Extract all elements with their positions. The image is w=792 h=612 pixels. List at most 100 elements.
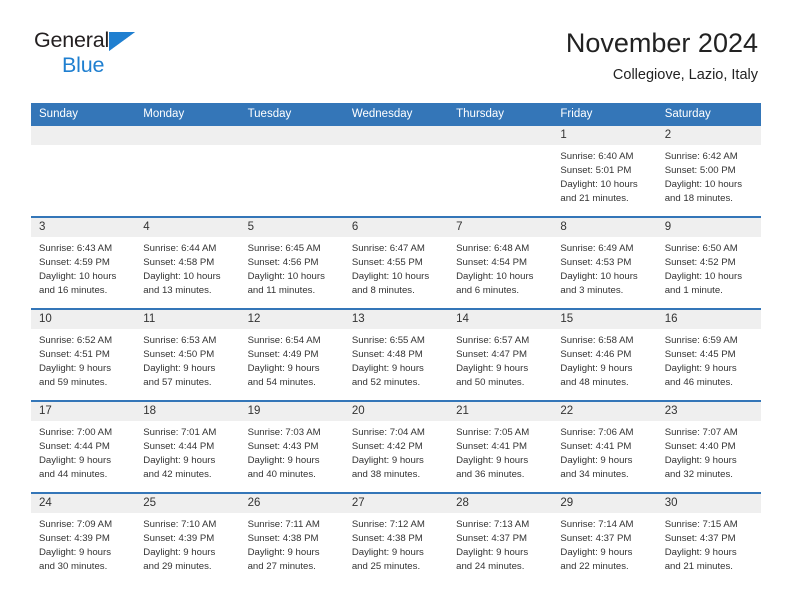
calendar-day-cell[interactable]: 25 Sunrise: 7:10 AM Sunset: 4:39 PM Dayligh… [135, 491, 240, 584]
day-details: Sunrise: 7:12 AM Sunset: 4:38 PM Daylight:… [344, 513, 448, 575]
calendar-body: 1 Sunrise: 6:40 AM Sunset: 5:01 PM Daylight… [31, 125, 761, 584]
daylight-duration-line2: and 11 minutes. [247, 285, 316, 297]
daylight-duration-line1: Daylight: 9 hours [664, 547, 737, 559]
calendar-day-cell[interactable]: 14 Sunrise: 6:57 AM Sunset: 4:47 PM Dayligh… [448, 307, 553, 401]
day-details: Sunrise: 6:45 AM Sunset: 4:56 PM Daylight:… [240, 237, 344, 299]
day-details: Sunrise: 6:42 AM Sunset: 5:00 PM Daylight:… [657, 145, 761, 207]
calendar-day-cell[interactable]: 12 Sunrise: 6:54 AM Sunset: 4:49 PM Dayligh… [239, 307, 344, 401]
sunrise-time: Sunrise: 7:13 AM [456, 518, 530, 530]
day-box: 28 Sunrise: 7:13 AM Sunset: 4:37 PM Dayligh… [448, 493, 553, 584]
calendar-day-cell[interactable]: 28 Sunrise: 7:13 AM Sunset: 4:37 PM Dayligh… [448, 491, 553, 584]
daylight-duration-line1: Daylight: 9 hours [351, 363, 424, 375]
day-number: 30 [656, 493, 761, 513]
daylight-duration-line1: Daylight: 9 hours [664, 363, 737, 375]
calendar-day-cell[interactable]: 17 Sunrise: 7:00 AM Sunset: 4:44 PM Dayligh… [31, 399, 136, 493]
day-box [135, 125, 240, 216]
calendar-day-cell[interactable]: 16 Sunrise: 6:59 AM Sunset: 4:45 PM Dayligh… [656, 307, 761, 401]
calendar-day-cell[interactable]: 3 Sunrise: 6:43 AM Sunset: 4:59 PM Daylight… [31, 215, 136, 309]
daylight-duration-line1: Daylight: 9 hours [456, 547, 529, 559]
day-number: 8 [552, 217, 657, 237]
day-number [239, 125, 344, 145]
sunset-time: Sunset: 4:44 PM [39, 440, 110, 452]
calendar-day-cell[interactable]: 30 Sunrise: 7:15 AM Sunset: 4:37 PM Dayligh… [656, 491, 761, 584]
daylight-duration-line1: Daylight: 9 hours [143, 363, 216, 375]
brand-name-blue: Blue [62, 53, 105, 77]
calendar-day-cell[interactable]: 21 Sunrise: 7:05 AM Sunset: 4:41 PM Dayligh… [448, 399, 553, 493]
day-box: 15 Sunrise: 6:58 AM Sunset: 4:46 PM Dayligh… [552, 309, 657, 400]
daylight-duration-line1: Daylight: 10 hours [456, 271, 534, 283]
calendar-day-cell[interactable]: 18 Sunrise: 7:01 AM Sunset: 4:44 PM Dayligh… [135, 399, 240, 493]
day-number: 19 [239, 401, 344, 421]
calendar-day-cell[interactable]: 2 Sunrise: 6:42 AM Sunset: 5:00 PM Daylight… [656, 125, 761, 217]
sunrise-time: Sunrise: 7:09 AM [39, 518, 113, 530]
sunset-time: Sunset: 5:01 PM [560, 164, 632, 176]
calendar-empty-cell[interactable] [239, 125, 344, 217]
daylight-duration-line2: and 21 minutes. [664, 561, 733, 573]
sunrise-time: Sunrise: 7:11 AM [247, 518, 320, 530]
calendar-day-cell[interactable]: 1 Sunrise: 6:40 AM Sunset: 5:01 PM Daylight… [552, 125, 657, 217]
calendar-day-cell[interactable]: 29 Sunrise: 7:14 AM Sunset: 4:37 PM Dayligh… [552, 491, 657, 584]
sunset-time: Sunset: 4:46 PM [560, 348, 632, 360]
sunrise-time: Sunrise: 7:01 AM [143, 426, 217, 438]
calendar-day-cell[interactable]: 20 Sunrise: 7:04 AM Sunset: 4:42 PM Dayligh… [343, 399, 449, 493]
day-number: 14 [448, 309, 553, 329]
day-box: 5 Sunrise: 6:45 AM Sunset: 4:56 PM Daylight… [239, 217, 344, 308]
calendar-day-cell[interactable]: 22 Sunrise: 7:06 AM Sunset: 4:41 PM Dayligh… [552, 399, 657, 493]
calendar-day-cell[interactable]: 7 Sunrise: 6:48 AM Sunset: 4:54 PM Daylight… [448, 215, 553, 309]
day-number: 16 [656, 309, 761, 329]
calendar-day-cell[interactable]: 15 Sunrise: 6:58 AM Sunset: 4:46 PM Dayligh… [552, 307, 657, 401]
day-details: Sunrise: 6:54 AM Sunset: 4:49 PM Daylight:… [240, 329, 344, 391]
calendar-day-cell[interactable]: 8 Sunrise: 6:49 AM Sunset: 4:53 PM Daylight… [552, 215, 657, 309]
calendar-day-cell[interactable]: 9 Sunrise: 6:50 AM Sunset: 4:52 PM Daylight… [656, 215, 761, 309]
calendar-day-cell[interactable]: 27 Sunrise: 7:12 AM Sunset: 4:38 PM Dayligh… [343, 491, 449, 584]
calendar-empty-cell[interactable] [135, 125, 240, 217]
calendar-day-cell[interactable]: 10 Sunrise: 6:52 AM Sunset: 4:51 PM Dayligh… [31, 307, 136, 401]
daylight-duration-line1: Daylight: 9 hours [247, 455, 320, 467]
daylight-duration-line1: Daylight: 9 hours [560, 547, 633, 559]
calendar-day-cell[interactable]: 6 Sunrise: 6:47 AM Sunset: 4:55 PM Daylight… [343, 215, 449, 309]
sunrise-time: Sunrise: 6:48 AM [456, 242, 530, 254]
calendar-day-cell[interactable]: 13 Sunrise: 6:55 AM Sunset: 4:48 PM Dayligh… [343, 307, 449, 401]
calendar-header-row: Sunday Monday Tuesday Wednesday Thursday… [31, 103, 761, 126]
day-details: Sunrise: 7:00 AM Sunset: 4:44 PM Daylight:… [31, 421, 135, 483]
day-number: 17 [31, 401, 136, 421]
day-number: 6 [343, 217, 449, 237]
title-block: November 2024 Collegiove, Lazio, Italy [566, 26, 758, 84]
calendar-day-cell[interactable]: 26 Sunrise: 7:11 AM Sunset: 4:38 PM Dayligh… [239, 491, 344, 584]
daylight-duration-line1: Daylight: 10 hours [560, 179, 638, 191]
calendar-week-row: 1 Sunrise: 6:40 AM Sunset: 5:01 PM Daylight… [31, 125, 761, 217]
sunset-time: Sunset: 4:40 PM [664, 440, 736, 452]
calendar-day-cell[interactable]: 5 Sunrise: 6:45 AM Sunset: 4:56 PM Daylight… [239, 215, 344, 309]
calendar-day-cell[interactable]: 24 Sunrise: 7:09 AM Sunset: 4:39 PM Dayligh… [31, 491, 136, 584]
daylight-duration-line1: Daylight: 9 hours [351, 547, 424, 559]
sunset-time: Sunset: 4:52 PM [664, 256, 736, 268]
sunrise-time: Sunrise: 6:59 AM [664, 334, 738, 346]
day-details: Sunrise: 7:07 AM Sunset: 4:40 PM Daylight:… [657, 421, 761, 483]
brand-logo[interactable]: General Blue [34, 26, 174, 82]
daylight-duration-line1: Daylight: 10 hours [664, 271, 743, 283]
day-box [448, 125, 553, 216]
daylight-duration-line1: Daylight: 10 hours [664, 179, 743, 191]
calendar-empty-cell[interactable] [343, 125, 449, 217]
weekday-header-tuesday: Tuesday [239, 103, 344, 126]
daylight-duration-line2: and 57 minutes. [143, 377, 212, 389]
sunset-time: Sunset: 4:37 PM [456, 532, 528, 544]
calendar-empty-cell[interactable] [448, 125, 553, 217]
day-number: 18 [135, 401, 240, 421]
calendar-day-cell[interactable]: 19 Sunrise: 7:03 AM Sunset: 4:43 PM Dayligh… [239, 399, 344, 493]
day-details: Sunrise: 6:44 AM Sunset: 4:58 PM Daylight:… [135, 237, 239, 299]
calendar-empty-cell[interactable] [31, 125, 136, 217]
calendar-day-cell[interactable]: 11 Sunrise: 6:53 AM Sunset: 4:50 PM Dayligh… [135, 307, 240, 401]
day-number: 3 [31, 217, 136, 237]
calendar-day-cell[interactable]: 23 Sunrise: 7:07 AM Sunset: 4:40 PM Dayligh… [656, 399, 761, 493]
day-details: Sunrise: 7:09 AM Sunset: 4:39 PM Daylight:… [31, 513, 135, 575]
daylight-duration-line1: Daylight: 9 hours [247, 363, 320, 375]
calendar-day-cell[interactable]: 4 Sunrise: 6:44 AM Sunset: 4:58 PM Daylight… [135, 215, 240, 309]
day-details: Sunrise: 6:48 AM Sunset: 4:54 PM Daylight:… [448, 237, 552, 299]
day-box: 19 Sunrise: 7:03 AM Sunset: 4:43 PM Dayligh… [239, 401, 344, 492]
daylight-duration-line2: and 22 minutes. [560, 561, 629, 573]
daylight-duration-line2: and 3 minutes. [560, 285, 624, 297]
day-details: Sunrise: 6:40 AM Sunset: 5:01 PM Daylight:… [552, 145, 656, 207]
day-box: 29 Sunrise: 7:14 AM Sunset: 4:37 PM Dayligh… [552, 493, 657, 584]
daylight-duration-line1: Daylight: 10 hours [351, 271, 430, 283]
